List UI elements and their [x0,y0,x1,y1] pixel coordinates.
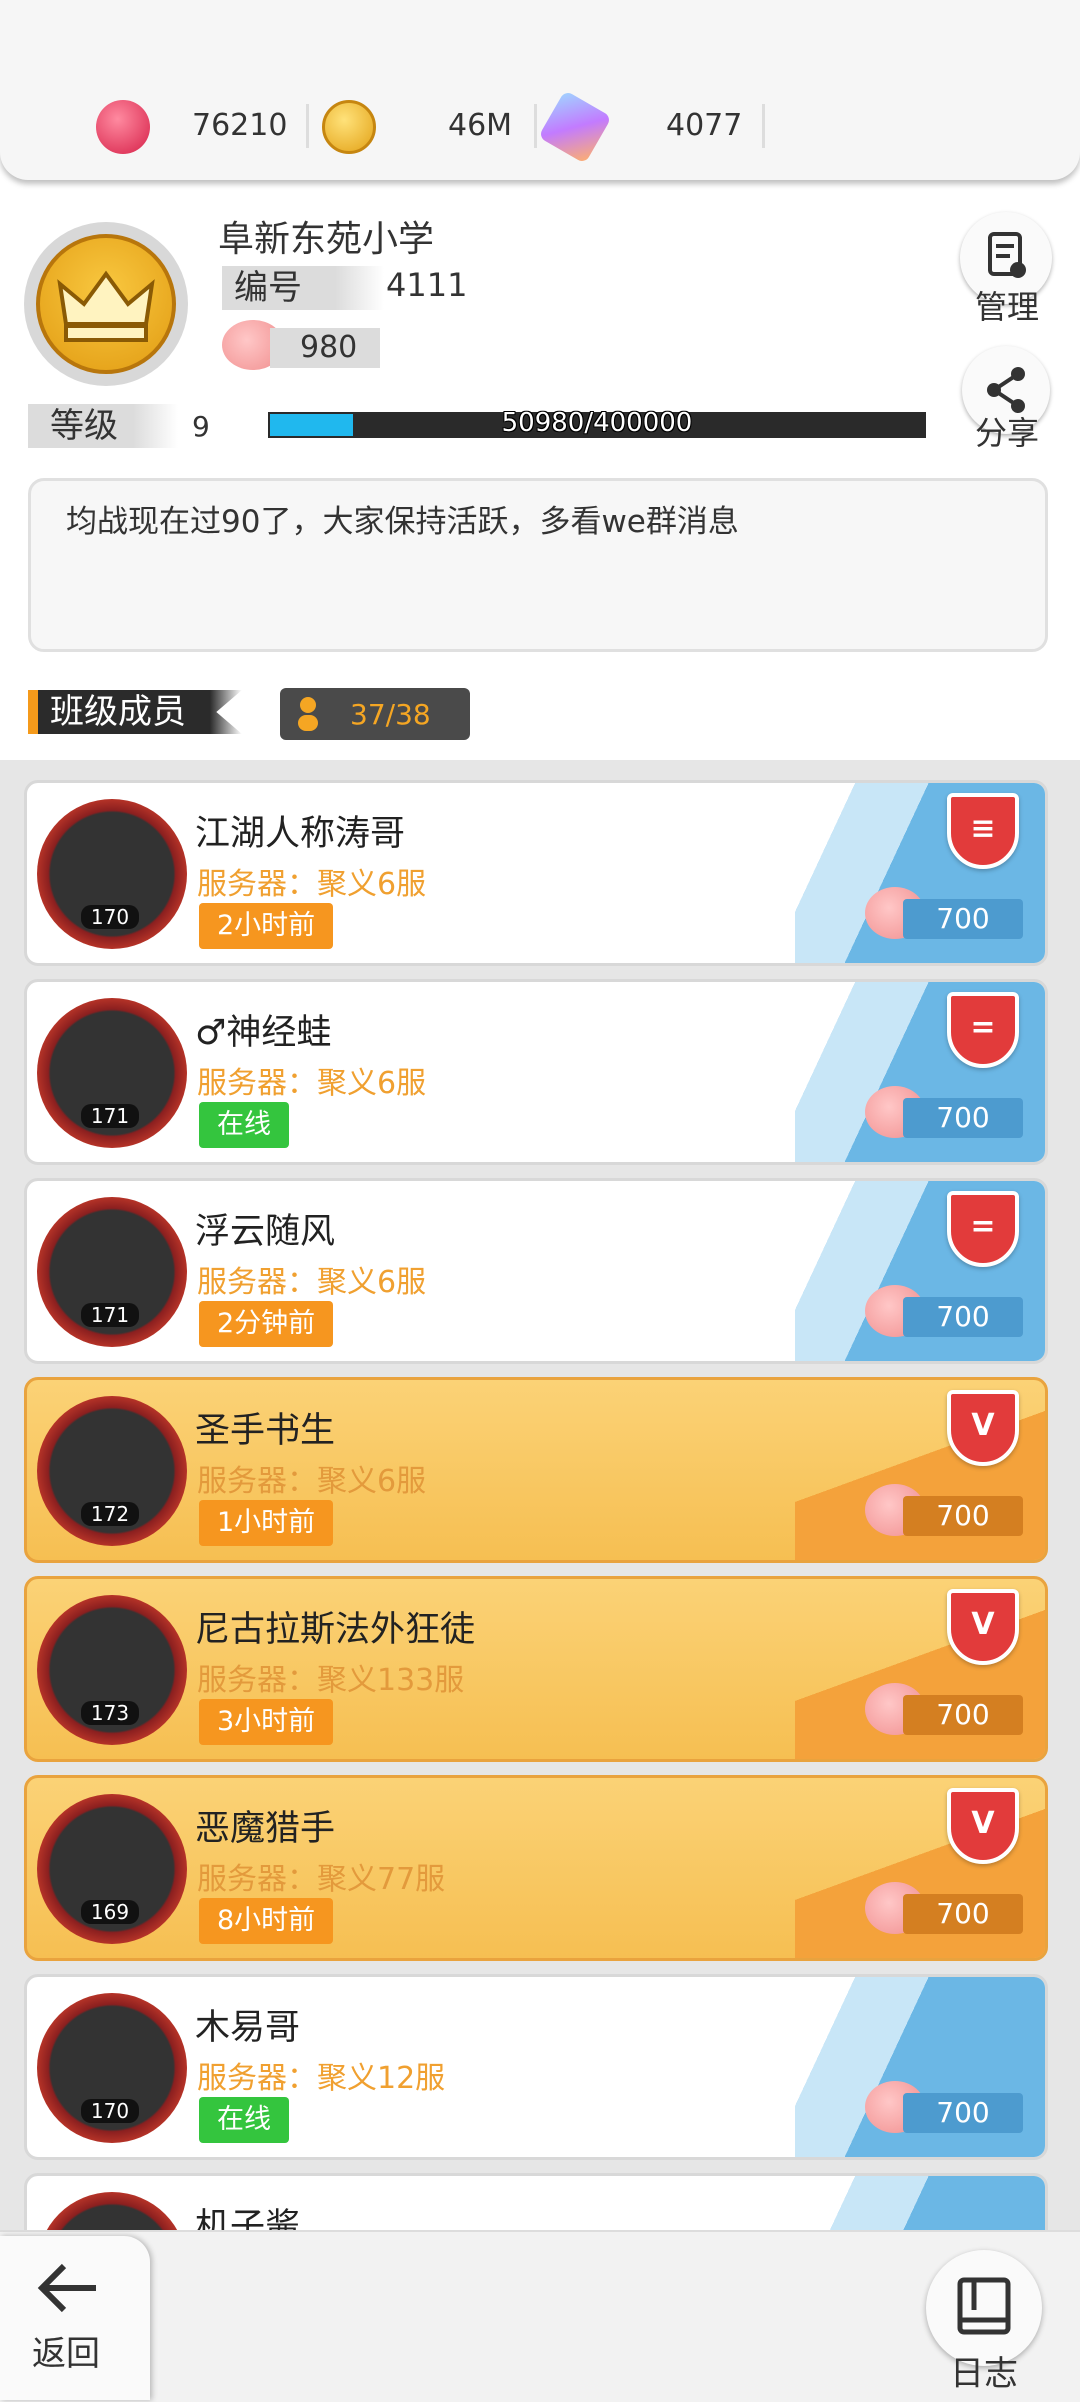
notice-text: 均战现在过90了，大家保持活跃，多看we群消息 [66,504,739,540]
member-card[interactable]: 169 恶魔猎手服务器：聚义77服 8小时前 V 700 [24,1775,1048,1961]
id-value: 4111 [386,266,468,304]
member-status: 在线 [199,1102,289,1148]
member-name: 木易哥 [195,2008,301,2048]
avatar-level: 171 [81,1303,139,1327]
avatar-level: 173 [81,1701,139,1725]
member-status: 在线 [199,2097,289,2143]
member-server: 服务器：聚义77服 [197,1862,446,1897]
rank-badge-icon: V [947,1589,1019,1665]
divider [306,104,309,148]
member-name: 浮云随风 [195,1212,336,1252]
coin-value: 46M [448,108,513,143]
member-status: 8小时前 [199,1898,334,1944]
ruby-icon [96,100,150,154]
member-score: 700 [903,1496,1023,1536]
member-server: 服务器：聚义6服 [197,867,427,902]
rank-badge-icon: = [947,1191,1019,1267]
avatar-level: 169 [81,1900,139,1924]
gem-value: 4077 [666,108,743,143]
member-score: 700 [903,1894,1023,1934]
member-card[interactable]: 170 江湖人称涛哥服务器：聚义6服 2小时前 ≡ 700 [24,780,1048,966]
member-status: 2小时前 [199,903,334,949]
member-card[interactable]: 171 ♂神经蛙服务器：聚义6服 在线 = 700 [24,979,1048,1165]
school-name: 阜新东苑小学 [218,219,435,260]
member-name: 圣手书生 [195,1411,336,1451]
member-server: 服务器：聚义133服 [197,1663,465,1698]
avatar-level: 170 [81,2099,139,2123]
ruby-value: 76210 [192,108,288,143]
currency-bar [0,0,1080,180]
exp-text: 50980/400000 [501,408,693,438]
section-title-accent [28,690,38,734]
member-score: 700 [903,1297,1023,1337]
member-card[interactable]: 173 尼古拉斯法外狂徒服务器：聚义133服 3小时前 V 700 [24,1576,1048,1762]
member-card[interactable]: 172 圣手书生服务器：聚义6服 1小时前 V 700 [24,1377,1048,1563]
rank-badge-icon: V [947,1788,1019,1864]
member-status: 2分钟前 [199,1301,334,1347]
divider [534,104,537,148]
member-score: 700 [903,2093,1023,2133]
coin-icon [322,100,376,154]
member-status: 1小时前 [199,1500,334,1546]
member-server: 服务器：聚义6服 [197,1464,427,1499]
log-label[interactable]: 日志 [950,2346,1018,2395]
level-value: 9 [192,410,210,443]
member-name: ♂神经蛙 [195,1013,332,1053]
member-count: 37/38 [350,698,431,731]
member-score: 700 [903,899,1023,939]
pig-value: 980 [300,330,358,365]
back-label: 返回 [32,2334,100,2374]
crown-icon [36,234,176,374]
avatar-level: 171 [81,1104,139,1128]
avatar-level: 172 [81,1502,139,1526]
rank-badge-icon: ≡ [947,793,1019,869]
level-label: 等级 [28,404,178,448]
divider [762,104,765,148]
back-arrow-icon [37,2263,96,2313]
member-name: 恶魔猎手 [195,1809,336,1849]
rank-badge-icon: = [947,992,1019,1068]
member-card[interactable]: 170 木易哥服务器：聚义12服 在线 700 [24,1974,1048,2160]
section-title: 班级成员 [28,690,242,734]
member-server: 服务器：聚义12服 [197,2061,446,2096]
member-status: 3小时前 [199,1699,334,1745]
member-server: 服务器：聚义6服 [197,1265,427,1300]
member-name: 江湖人称涛哥 [195,814,406,854]
bottom-bar [0,2230,1080,2402]
member-server: 服务器：聚义6服 [197,1066,427,1101]
rank-badge-icon: V [947,1390,1019,1466]
manage-label[interactable]: 管理 [952,282,1062,328]
back-button[interactable]: 返回 [0,2236,150,2400]
id-label: 编号 [222,266,384,310]
member-score: 700 [903,1098,1023,1138]
member-score: 700 [903,1695,1023,1735]
person-icon [296,696,320,732]
share-label[interactable]: 分享 [952,408,1062,454]
avatar-level: 170 [81,905,139,929]
member-card[interactable]: 171 浮云随风服务器：聚义6服 2分钟前 = 700 [24,1178,1048,1364]
member-name: 尼古拉斯法外狂徒 [195,1610,476,1650]
